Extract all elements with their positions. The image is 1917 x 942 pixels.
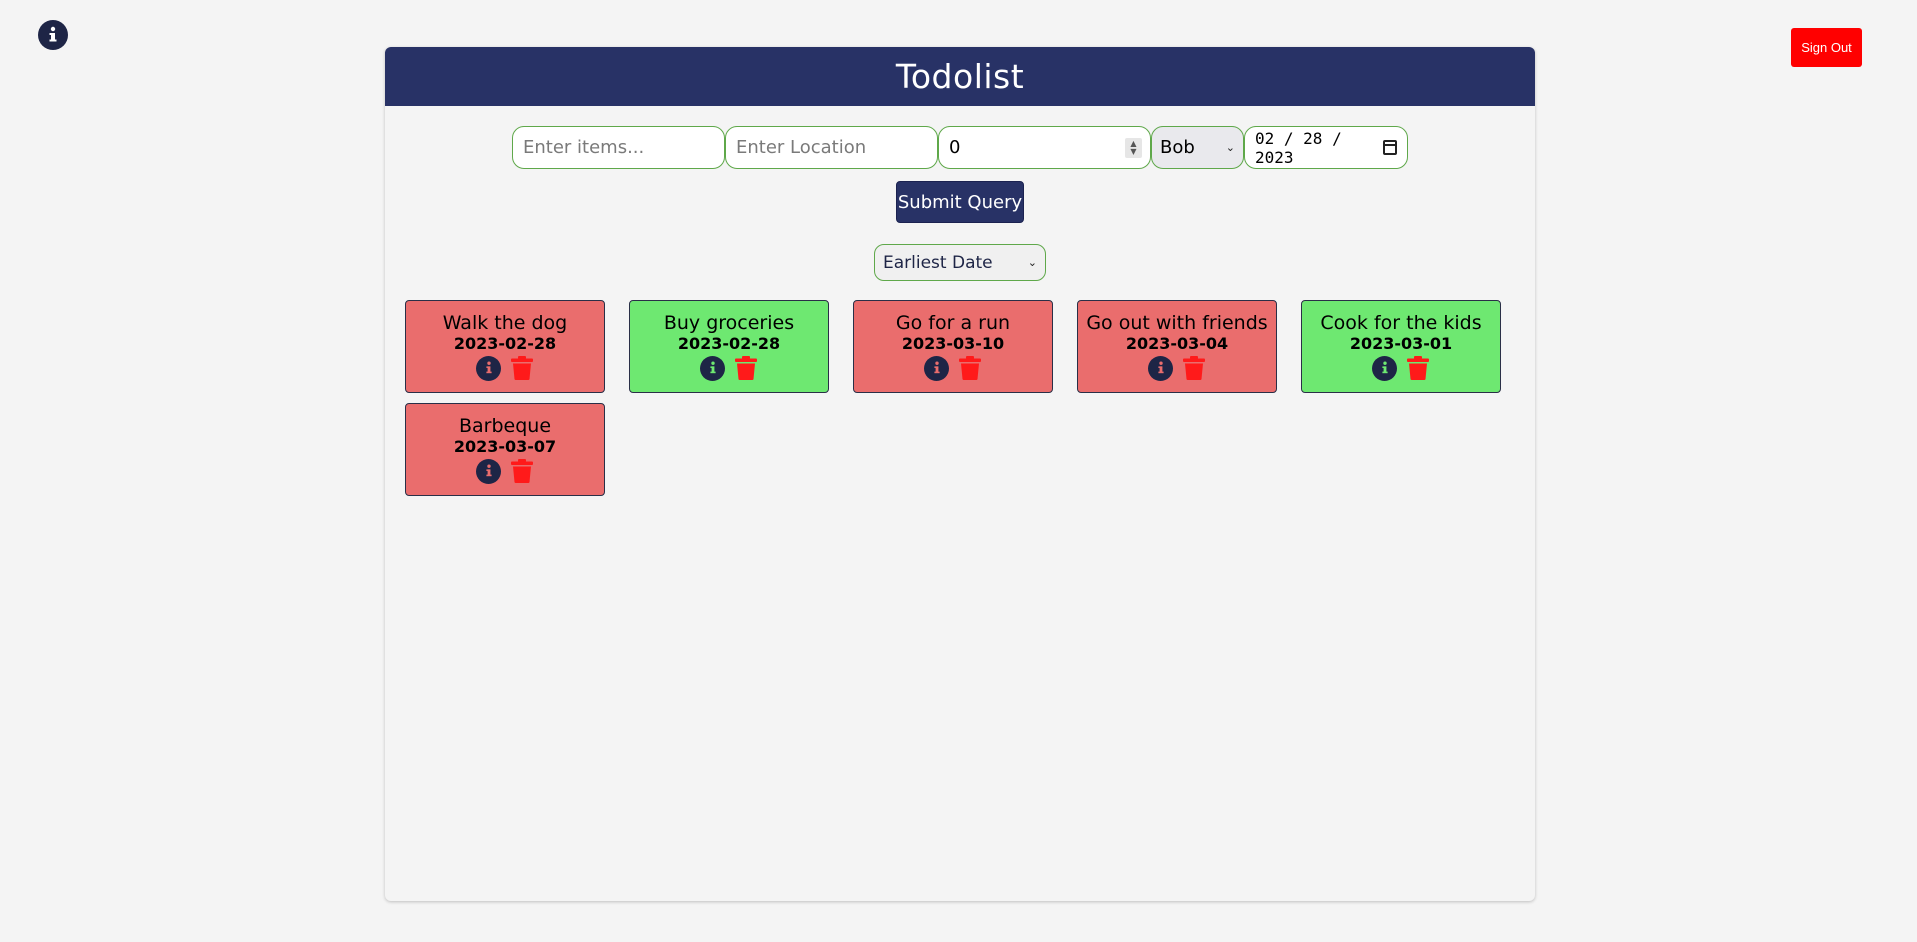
number-spinner[interactable]: ▲ ▼ bbox=[1125, 137, 1142, 158]
todo-title: Cook for the kids bbox=[1320, 312, 1482, 334]
calendar-icon[interactable] bbox=[1382, 140, 1398, 155]
todo-actions bbox=[1372, 355, 1430, 381]
todo-card: Go out with friends 2023-03-04 bbox=[1077, 300, 1277, 393]
todo-date: 2023-03-07 bbox=[453, 437, 557, 456]
todo-title: Buy groceries bbox=[663, 312, 795, 334]
info-icon[interactable] bbox=[38, 20, 68, 50]
todo-actions bbox=[1148, 355, 1206, 381]
todo-card: Cook for the kids 2023-03-01 bbox=[1301, 300, 1501, 393]
trash-icon[interactable] bbox=[1406, 355, 1430, 381]
todo-title: Barbeque bbox=[458, 415, 552, 437]
todo-actions bbox=[476, 355, 534, 381]
page-title: Todolist bbox=[385, 47, 1535, 106]
todo-date: 2023-03-01 bbox=[1349, 334, 1453, 353]
trash-icon[interactable] bbox=[1182, 355, 1206, 381]
add-todo-form: 0 ▲▼ Bob ⌄ 02 / 28 / 2023 bbox=[385, 126, 1535, 169]
owner-select[interactable]: Bob ⌄ bbox=[1151, 126, 1244, 169]
sort-select[interactable]: Earliest Date ⌄ bbox=[874, 244, 1046, 281]
trash-icon[interactable] bbox=[958, 355, 982, 381]
todo-date: 2023-02-28 bbox=[677, 334, 781, 353]
todo-list: Walk the dog 2023-02-28 Buy groceries 2023-… bbox=[405, 300, 1515, 496]
info-icon[interactable] bbox=[476, 355, 501, 381]
todo-actions bbox=[924, 355, 982, 381]
todo-date: 2023-02-28 bbox=[453, 334, 557, 353]
trash-icon[interactable] bbox=[734, 355, 758, 381]
info-icon[interactable] bbox=[924, 355, 949, 381]
owner-selected: Bob bbox=[1160, 137, 1195, 158]
chevron-down-icon: ⌄ bbox=[1027, 256, 1037, 269]
todo-card: Barbeque 2023-03-07 bbox=[405, 403, 605, 496]
info-icon[interactable] bbox=[1148, 355, 1173, 381]
todo-card: Buy groceries 2023-02-28 bbox=[629, 300, 829, 393]
date-field[interactable]: 02 / 28 / 2023 bbox=[1244, 126, 1408, 169]
todo-title: Walk the dog bbox=[442, 312, 568, 334]
number-value: 0 bbox=[949, 137, 961, 158]
items-input[interactable] bbox=[523, 137, 714, 158]
trash-icon[interactable] bbox=[510, 355, 534, 381]
trash-icon[interactable] bbox=[510, 458, 534, 484]
todo-panel: Todolist 0 ▲▼ Bob ⌄ 02 / 28 / 2023 Submi… bbox=[385, 47, 1535, 901]
location-input[interactable] bbox=[736, 137, 927, 158]
info-icon[interactable] bbox=[476, 458, 501, 484]
date-value: 02 / 28 / 2023 bbox=[1255, 128, 1342, 167]
sort-selected: Earliest Date bbox=[883, 252, 993, 273]
items-field[interactable] bbox=[512, 126, 725, 169]
todo-date: 2023-03-04 bbox=[1125, 334, 1229, 353]
todo-title: Go out with friends bbox=[1086, 312, 1268, 334]
todo-actions bbox=[476, 458, 534, 484]
todo-date: 2023-03-10 bbox=[901, 334, 1005, 353]
info-icon[interactable] bbox=[1372, 355, 1397, 381]
sign-out-button[interactable]: Sign Out bbox=[1791, 28, 1862, 67]
submit-button[interactable]: Submit Query bbox=[896, 181, 1024, 223]
number-field[interactable]: 0 ▲ ▼ bbox=[938, 126, 1151, 169]
location-field[interactable] bbox=[725, 126, 938, 169]
chevron-down-icon: ⌄ bbox=[1225, 141, 1235, 154]
todo-card: Walk the dog 2023-02-28 bbox=[405, 300, 605, 393]
todo-actions bbox=[700, 355, 758, 381]
todo-card: Go for a run 2023-03-10 bbox=[853, 300, 1053, 393]
todo-title: Go for a run bbox=[895, 312, 1011, 334]
info-icon[interactable] bbox=[700, 355, 725, 381]
